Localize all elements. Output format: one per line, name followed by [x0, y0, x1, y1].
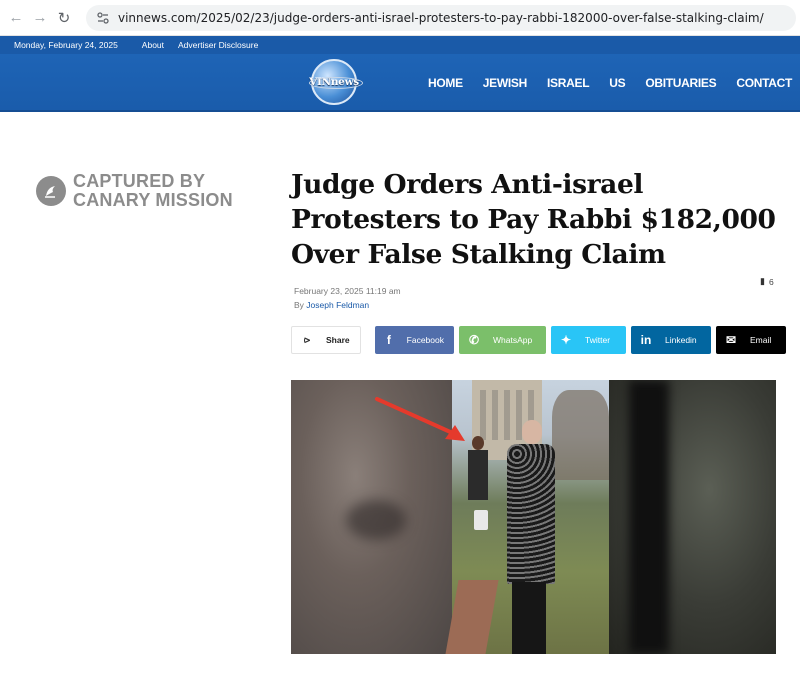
main-menu: HOME JEWISH ISRAEL US OBITUARIES CONTACT — [408, 54, 792, 112]
promo-line-1: CAPTURED BY — [73, 171, 206, 191]
top-info-bar: Monday, February 24, 2025 About Advertis… — [0, 36, 800, 54]
twitter-label: Twitter — [585, 335, 611, 345]
by-label: By — [294, 300, 304, 310]
comment-count[interactable]: ▮ 6 — [760, 276, 774, 287]
vinnews-logo[interactable]: VINnews — [309, 59, 363, 105]
whatsapp-icon: ✆ — [468, 333, 480, 347]
about-link[interactable]: About — [142, 40, 164, 50]
comments-icon: ▮ — [760, 276, 765, 286]
back-icon[interactable]: ← — [4, 6, 28, 30]
whatsapp-label: WhatsApp — [493, 335, 533, 345]
facebook-icon: f — [386, 333, 391, 347]
linkedin-label: Linkedin — [665, 335, 697, 345]
facebook-share-button[interactable]: f Facebook — [375, 326, 454, 354]
article-title: Judge Orders Anti-israel Protesters to P… — [291, 169, 776, 270]
red-arrow-icon — [375, 397, 465, 441]
rabbi-figure — [502, 420, 555, 654]
facebook-label: Facebook — [406, 335, 444, 345]
email-icon: ✉ — [725, 333, 737, 347]
logo-ring — [309, 77, 363, 89]
share-label: Share — [326, 335, 350, 345]
promo-line-2: CANARY MISSION — [73, 190, 233, 210]
menu-item-us[interactable]: US — [609, 76, 625, 90]
protest-scene — [445, 380, 609, 654]
author-link[interactable]: Joseph Feldman — [306, 300, 369, 310]
menu-item-obituaries[interactable]: OBITUARIES — [645, 76, 716, 90]
forward-icon[interactable]: → — [28, 6, 52, 30]
article-byline: By Joseph Feldman — [294, 300, 369, 310]
url-text[interactable]: vinnews.com/2025/02/23/judge-orders-anti… — [118, 11, 764, 25]
email-share-button[interactable]: ✉ Email — [716, 326, 786, 354]
comment-count-value: 6 — [768, 276, 774, 287]
featured-image — [291, 380, 776, 654]
whatsapp-share-button[interactable]: ✆ WhatsApp — [459, 326, 546, 354]
menu-item-contact[interactable]: CONTACT — [736, 76, 792, 90]
twitter-icon: ✦ — [560, 333, 572, 347]
linkedin-share-button[interactable]: in Linkedin — [631, 326, 711, 354]
article-date: February 23, 2025 11:19 am — [294, 286, 401, 296]
bucket — [474, 510, 488, 530]
linkedin-icon: in — [640, 333, 652, 347]
reload-icon[interactable]: ↻ — [52, 6, 76, 30]
current-date: Monday, February 24, 2025 — [14, 40, 118, 50]
site-header: VINnews HOME JEWISH ISRAEL US OBITUARIES… — [0, 54, 800, 112]
share-bar: ⪧ Share f Facebook ✆ WhatsApp ✦ Twitter … — [291, 326, 791, 354]
twitter-share-button[interactable]: ✦ Twitter — [551, 326, 626, 354]
address-bar[interactable]: vinnews.com/2025/02/23/judge-orders-anti… — [86, 4, 796, 31]
share-button[interactable]: ⪧ Share — [291, 326, 361, 354]
email-label: Email — [750, 335, 772, 345]
canary-mission-promo[interactable]: CAPTURED BY CANARY MISSION — [36, 172, 233, 210]
tree — [552, 390, 609, 480]
protester-figure — [466, 436, 490, 520]
canary-bird-icon — [36, 176, 66, 206]
browser-toolbar: ← → ↻ vinnews.com/2025/02/23/judge-order… — [0, 0, 800, 36]
blurred-right-panel — [609, 380, 776, 654]
advertiser-disclosure-link[interactable]: Advertiser Disclosure — [178, 40, 258, 50]
menu-item-home[interactable]: HOME — [428, 76, 463, 90]
menu-item-jewish[interactable]: JEWISH — [483, 76, 528, 90]
share-icon: ⪧ — [303, 333, 311, 346]
menu-item-israel[interactable]: ISRAEL — [547, 76, 590, 90]
brick-path — [445, 580, 499, 654]
site-info-icon[interactable] — [96, 11, 110, 25]
